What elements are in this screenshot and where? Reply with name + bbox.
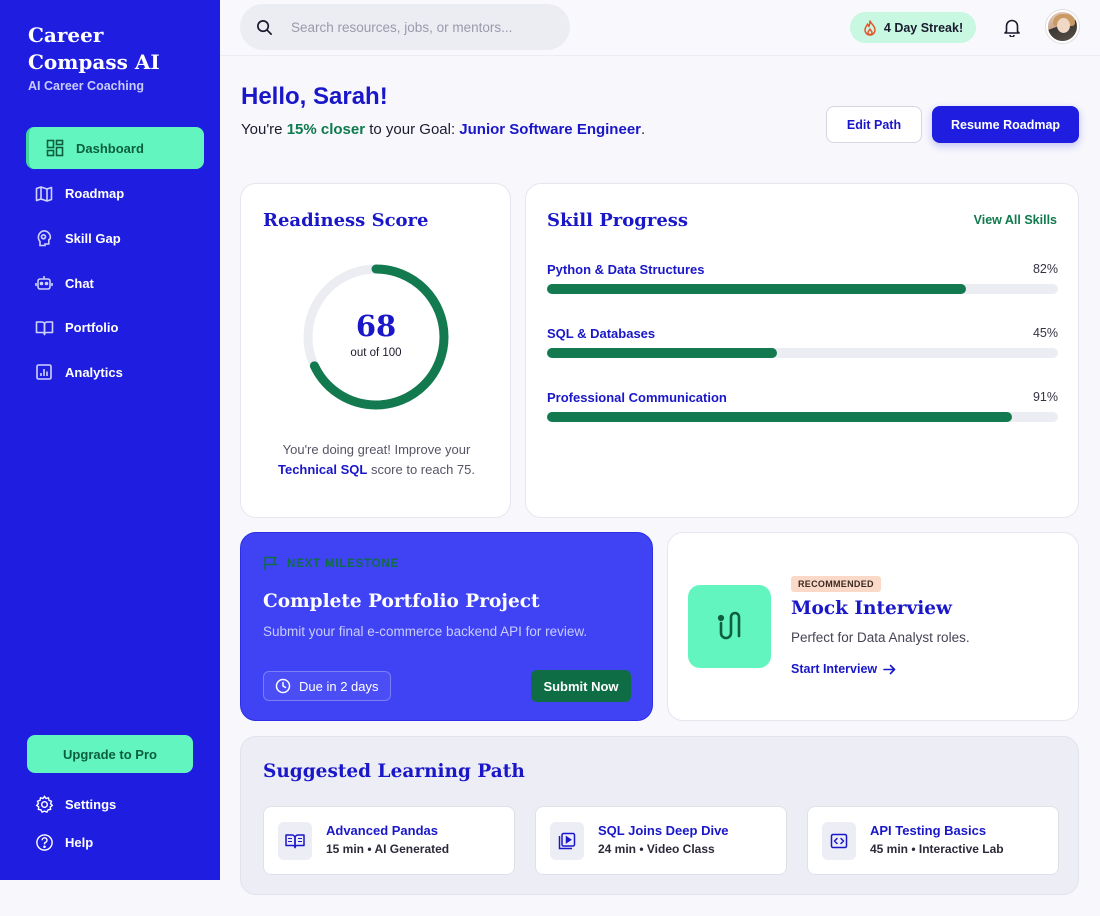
mock-interview-card: RECOMMENDED Mock Interview Perfect for D… [667, 532, 1079, 721]
sidebar-item-chat[interactable]: Chat [24, 263, 204, 303]
readiness-title: Readiness Score [263, 210, 429, 231]
readiness-highlight[interactable]: Technical SQL [278, 462, 367, 477]
arrow-right-icon [883, 664, 896, 675]
mock-interview-desc: Perfect for Data Analyst roles. [791, 630, 970, 645]
sidebar-item-dashboard[interactable]: Dashboard [26, 127, 204, 169]
goal-name: Junior Software Engineer [459, 121, 641, 138]
learning-path-section: Suggested Learning Path Advanced Pandas … [240, 736, 1079, 895]
sidebar-item-portfolio[interactable]: Portfolio [24, 308, 204, 348]
clock-icon [275, 678, 291, 694]
sidebar-nav: Dashboard Roadmap Skill Gap Chat Portfol… [24, 127, 204, 397]
code-icon [822, 822, 856, 860]
submit-now-button[interactable]: Submit Now [531, 670, 631, 702]
upgrade-button[interactable]: Upgrade to Pro [27, 735, 193, 773]
brain-icon [34, 228, 54, 248]
learning-card-meta: 24 min • Video Class [598, 842, 715, 856]
resume-roadmap-button[interactable]: Resume Roadmap [932, 106, 1079, 143]
streak-label: 4 Day Streak! [883, 20, 964, 35]
skill-percent: 82% [1032, 262, 1058, 276]
learning-card-meta: 45 min • Interactive Lab [870, 842, 1004, 856]
skill-bar-fill [547, 412, 1012, 422]
book-open-icon [278, 822, 312, 860]
skill-label: Python & Data Structures [547, 262, 705, 277]
learning-card-title: API Testing Basics [870, 823, 987, 838]
goal-progress: 15% closer [286, 121, 366, 138]
mock-interview-title: Mock Interview [791, 598, 952, 619]
skill-bar [547, 348, 1058, 358]
top-bar: 4 Day Streak! [220, 0, 1100, 56]
sidebar: Career Compass AI AI Career Coaching Das… [0, 0, 220, 880]
dashboard-icon [45, 138, 65, 158]
book-icon [34, 318, 54, 338]
brand: Career Compass AI AI Career Coaching [28, 22, 208, 93]
sidebar-item-roadmap[interactable]: Roadmap [24, 174, 204, 214]
milestone-title: Complete Portfolio Project [263, 591, 540, 612]
brand-subtitle: AI Career Coaching [28, 79, 145, 93]
gear-icon [34, 794, 54, 814]
flame-icon [863, 19, 877, 36]
goal-summary: You're 15% closer to your Goal: Junior S… [241, 121, 646, 138]
readiness-gauge: 68 out of 100 [300, 261, 452, 413]
learning-path-title: Suggested Learning Path [263, 761, 525, 782]
page-title: Hello, Sarah! [241, 83, 388, 110]
skill-progress-card: Skill Progress View All Skills Python & … [525, 183, 1079, 518]
skill-bar [547, 284, 1058, 294]
help-link[interactable]: Help [34, 832, 93, 852]
video-icon [550, 822, 584, 860]
learning-card-meta: 15 min • AI Generated [326, 842, 450, 856]
recommended-badge: RECOMMENDED [791, 576, 881, 592]
learning-card-title: Advanced Pandas [326, 823, 438, 838]
streak-badge[interactable]: 4 Day Streak! [850, 12, 976, 43]
robot-icon [34, 273, 54, 293]
settings-label: Settings [65, 796, 117, 812]
milestone-desc: Submit your final e-commerce backend API… [263, 624, 588, 639]
skill-bar-fill [547, 284, 967, 294]
help-label: Help [65, 834, 94, 850]
search-icon [256, 19, 273, 36]
readiness-out-of: out of 100 [350, 347, 402, 359]
sidebar-item-analytics[interactable]: Analytics [24, 352, 204, 392]
analytics-icon [34, 362, 54, 382]
start-interview-link[interactable]: Start Interview [791, 662, 896, 676]
sidebar-item-label: Portfolio [65, 320, 119, 336]
skill-label: Professional Communication [547, 390, 727, 405]
learning-card-title: SQL Joins Deep Dive [598, 823, 729, 838]
brand-title: Career Compass AI [28, 23, 160, 74]
sidebar-item-label: Analytics [65, 364, 123, 380]
sidebar-item-label: Dashboard [76, 140, 144, 156]
readiness-note: You're doing great! Improve your Technic… [277, 442, 475, 477]
learning-card[interactable]: API Testing Basics 45 min • Interactive … [807, 806, 1059, 875]
edit-path-button[interactable]: Edit Path [826, 106, 922, 143]
skill-progress-title: Skill Progress [547, 210, 689, 231]
avatar[interactable] [1046, 10, 1079, 43]
sidebar-item-label: Skill Gap [65, 230, 121, 246]
milestone-tag: NEXT MILESTONE [263, 556, 399, 571]
skill-bar-fill [547, 348, 777, 358]
skill-bar [547, 412, 1058, 422]
skill-percent: 45% [1032, 326, 1058, 340]
help-icon [34, 832, 54, 852]
search-input[interactable] [291, 19, 551, 35]
settings-link[interactable]: Settings [34, 794, 116, 814]
learning-card[interactable]: Advanced Pandas 15 min • AI Generated [263, 806, 515, 875]
readiness-card: Readiness Score 68 out of 100 You're doi… [240, 183, 511, 518]
sidebar-item-skill-gap[interactable]: Skill Gap [24, 218, 204, 258]
map-icon [34, 184, 54, 204]
view-all-skills-link[interactable]: View All Skills [974, 213, 1057, 227]
bell-icon[interactable] [1003, 17, 1021, 42]
readiness-score: 68 [355, 309, 397, 343]
sidebar-item-label: Chat [65, 275, 94, 291]
due-badge: Due in 2 days [263, 671, 391, 701]
skill-label: SQL & Databases [547, 326, 656, 341]
milestone-card: NEXT MILESTONE Complete Portfolio Projec… [240, 532, 653, 721]
skill-percent: 91% [1032, 390, 1058, 404]
sidebar-item-label: Roadmap [65, 186, 125, 202]
flag-icon [263, 556, 279, 571]
learning-card[interactable]: SQL Joins Deep Dive 24 min • Video Class [535, 806, 787, 875]
search-bar [240, 4, 570, 50]
microphone-icon [688, 585, 771, 668]
